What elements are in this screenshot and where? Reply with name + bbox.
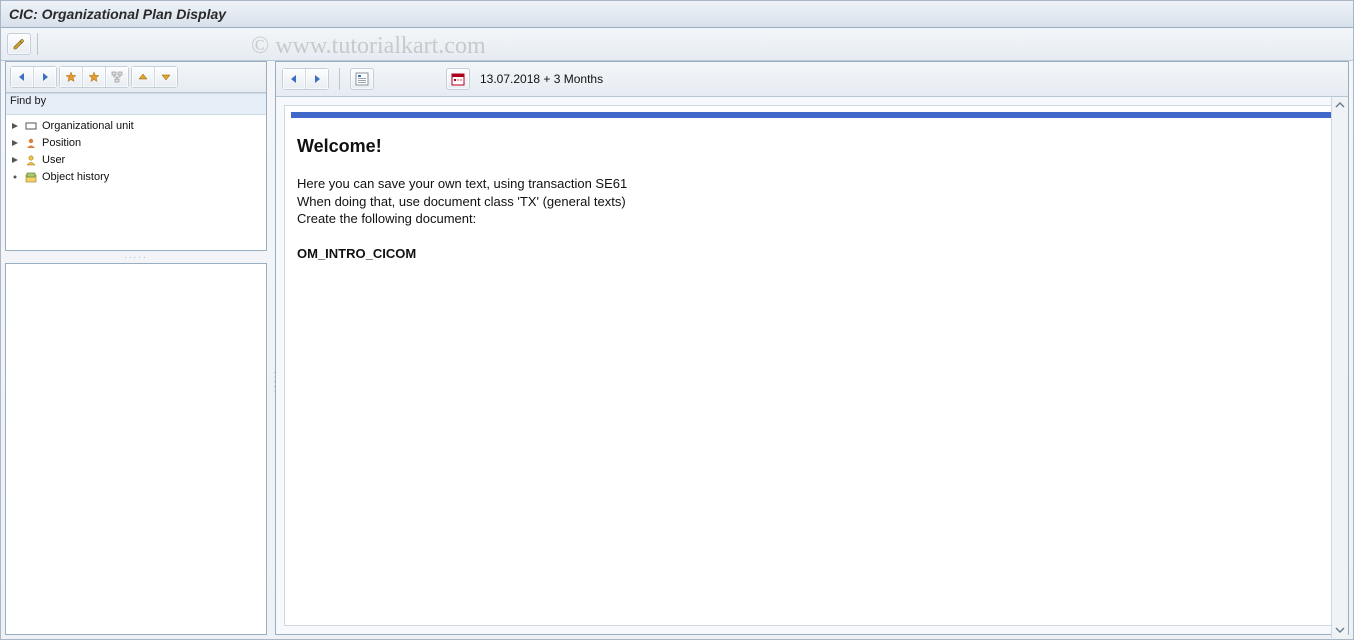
content-area: Welcome! Here you can save your own text… — [284, 105, 1340, 626]
left-pane: Find by Organizational unit — [5, 61, 267, 635]
right-nav-group — [282, 68, 329, 90]
nav-forward-button[interactable] — [34, 67, 56, 87]
nav-back-button[interactable] — [11, 67, 34, 87]
collapse-all-button[interactable] — [132, 67, 155, 87]
welcome-heading: Welcome! — [297, 136, 1327, 157]
position-icon — [24, 136, 38, 150]
expand-icon — [160, 71, 172, 83]
nav-star3-button[interactable] — [106, 67, 128, 87]
right-panel: 13.07.2018 + 3 Months Welcome! Here you … — [275, 61, 1349, 635]
tree-icon — [111, 71, 123, 83]
right-toolbar: 13.07.2018 + 3 Months — [276, 62, 1348, 97]
navigator-toolbar — [6, 62, 266, 93]
arrow-left-icon — [16, 72, 28, 82]
tree-item-label: Object history — [42, 171, 109, 183]
find-by-label: Find by — [10, 95, 46, 107]
tree-item-label: Position — [42, 137, 81, 149]
tree-item-org-unit[interactable]: Organizational unit — [6, 117, 266, 134]
nav-expand-group — [131, 66, 178, 88]
welcome-line1: Here you can save your own text, using t… — [297, 175, 1327, 193]
tree-item-label: User — [42, 154, 65, 166]
main-toolbar — [1, 28, 1353, 61]
toolbar-separator — [339, 68, 340, 90]
collapse-icon — [137, 71, 149, 83]
window-title: CIC: Organizational Plan Display — [9, 6, 226, 22]
star-icon — [88, 71, 100, 83]
detail-view-button[interactable] — [350, 68, 374, 90]
titlebar: CIC: Organizational Plan Display — [1, 1, 1353, 28]
welcome-line2: When doing that, use document class 'TX'… — [297, 193, 1327, 211]
nav-history-group — [10, 66, 57, 88]
edit-button[interactable] — [7, 33, 31, 55]
scroll-up-button[interactable] — [1334, 99, 1346, 111]
tree-item-user[interactable]: User — [6, 151, 266, 168]
right-pane: 13.07.2018 + 3 Months Welcome! Here you … — [275, 61, 1349, 635]
app-window: CIC: Organizational Plan Display © www.t… — [0, 0, 1354, 640]
vertical-scrollbar[interactable] — [1331, 97, 1348, 638]
nav-star2-button[interactable] — [83, 67, 106, 87]
chevron-up-icon — [1335, 98, 1345, 112]
nav-star1-button[interactable] — [60, 67, 83, 87]
document-name: OM_INTRO_CICOM — [297, 246, 1327, 261]
body-splitter: Find by Organizational unit — [5, 61, 1349, 635]
tree-item-position[interactable]: Position — [6, 134, 266, 151]
user-icon — [24, 153, 38, 167]
find-by-header: Find by — [6, 93, 266, 115]
tree-item-object-history[interactable]: Object history — [6, 168, 266, 185]
star-icon — [65, 71, 77, 83]
navigator-panel: Find by Organizational unit — [5, 61, 267, 251]
date-picker-button[interactable] — [446, 68, 470, 90]
chevron-down-icon — [1335, 623, 1345, 637]
date-range-text: 13.07.2018 + 3 Months — [480, 72, 603, 86]
arrow-left-icon — [288, 74, 300, 84]
expand-triangle-icon[interactable] — [10, 121, 20, 131]
navigator-tree[interactable]: Organizational unit Position — [6, 115, 266, 250]
tree-item-label: Organizational unit — [42, 120, 134, 132]
history-icon — [24, 170, 38, 184]
expand-all-button[interactable] — [155, 67, 177, 87]
nav-star-group — [59, 66, 129, 88]
right-forward-button[interactable] — [306, 69, 328, 89]
right-back-button[interactable] — [283, 69, 306, 89]
left-lower-panel — [5, 263, 267, 635]
content-inner: Welcome! Here you can save your own text… — [285, 118, 1339, 275]
expand-triangle-icon[interactable] — [10, 138, 20, 148]
pencil-icon — [12, 37, 26, 51]
horizontal-splitter-handle[interactable]: ····· — [5, 255, 267, 261]
toolbar-separator — [37, 33, 38, 55]
org-unit-icon — [24, 119, 38, 133]
arrow-right-icon — [311, 74, 323, 84]
detail-icon — [355, 72, 369, 86]
arrow-right-icon — [39, 72, 51, 82]
welcome-line3: Create the following document: — [297, 210, 1327, 228]
scroll-down-button[interactable] — [1334, 624, 1346, 636]
calendar-icon — [451, 72, 465, 86]
expand-triangle-icon[interactable] — [10, 155, 20, 165]
content-wrap: Welcome! Here you can save your own text… — [276, 97, 1348, 634]
bullet-icon — [10, 172, 20, 182]
